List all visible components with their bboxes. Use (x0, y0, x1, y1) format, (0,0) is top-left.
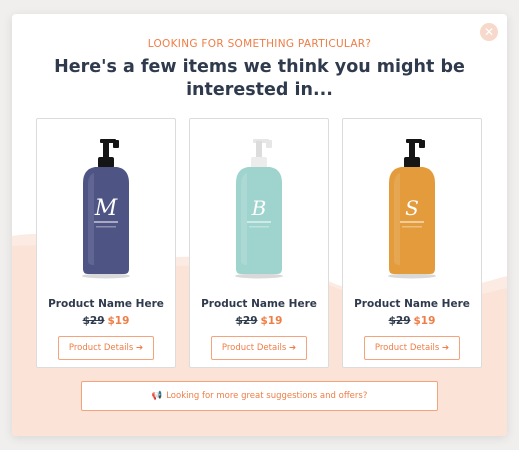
product-details-button[interactable]: Product Details ➔ (211, 336, 307, 360)
product-name: Product Name Here (354, 298, 470, 310)
product-image: B (235, 139, 283, 279)
more-suggestions-label: Looking for more great suggestions and o… (166, 391, 368, 401)
close-icon: ✕ (483, 25, 495, 39)
suggestions-modal: ✕ LOOKING FOR SOMETHING PARTICULAR? Here… (12, 14, 507, 436)
bottle-letter: S (405, 196, 419, 220)
product-card: S Product Name Here $29 $19 Product Detai… (342, 118, 482, 368)
product-card: B Product Name Here $29 $19 Product Detai… (189, 118, 329, 368)
product-price: $29 $19 (343, 315, 481, 327)
old-price: $29 (388, 315, 411, 327)
arrow-right-icon: ➔ (289, 343, 297, 353)
sale-price: $19 (260, 315, 283, 327)
product-name: Product Name Here (201, 298, 317, 310)
bottle-letter: M (94, 196, 118, 221)
sale-price: $19 (107, 315, 130, 327)
product-details-button[interactable]: Product Details ➔ (58, 336, 154, 360)
bottle-letter: B (251, 196, 267, 220)
product-name: Product Name Here (48, 298, 164, 310)
product-price: $29 $19 (37, 315, 175, 327)
modal-headline: Here's a few items we think you might be… (54, 57, 465, 100)
product-details-label: Product Details (68, 343, 134, 353)
product-details-button[interactable]: Product Details ➔ (364, 336, 460, 360)
arrow-right-icon: ➔ (442, 343, 450, 353)
old-price: $29 (235, 315, 258, 327)
product-details-label: Product Details (374, 343, 440, 353)
more-suggestions-button[interactable]: 📢 Looking for more great suggestions and … (81, 381, 438, 411)
eyebrow-text: LOOKING FOR SOMETHING PARTICULAR? (147, 38, 372, 50)
megaphone-icon: 📢 (151, 391, 163, 401)
product-price: $29 $19 (190, 315, 328, 327)
sale-price: $19 (413, 315, 436, 327)
product-image: S (388, 139, 436, 279)
product-details-label: Product Details (221, 343, 287, 353)
arrow-right-icon: ➔ (136, 343, 144, 353)
old-price: $29 (82, 315, 105, 327)
product-image: M (82, 139, 130, 279)
product-card: M Product Name Here $29 $19 Product Detai… (36, 118, 176, 368)
